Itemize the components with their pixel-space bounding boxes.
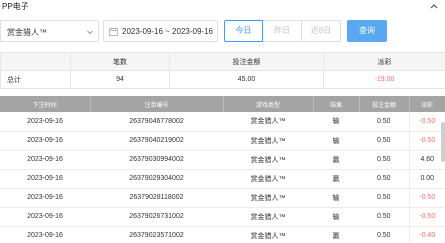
cell-bet-amount: 0.50: [359, 226, 409, 243]
cell-payout: 0.00: [408, 169, 445, 189]
cell-result: 输: [313, 131, 359, 151]
table-row: 2023-09-16 26379029304002 赏金猎人™ 赢 0.50 0.00: [0, 169, 445, 189]
col-header-id[interactable]: 注单编号: [90, 96, 224, 112]
game-select[interactable]: 赏金猎人™: [0, 20, 99, 42]
cell-game: 赏金猎人™: [223, 188, 313, 208]
col-header-payout[interactable]: 派彩: [409, 96, 445, 112]
cell-bet-id: 26379029304002: [90, 169, 223, 189]
cell-bet-id: 26379028118002: [90, 188, 223, 208]
cell-result: 输: [313, 112, 359, 132]
search-button[interactable]: 查询: [347, 20, 387, 42]
cell-bet-amount: 0.50: [359, 207, 409, 227]
filter-bar: 赏金猎人™ 2023-09-16 ~ 2023-09-16 今日 昨日 近8日 …: [0, 20, 445, 42]
cell-payout: -0.40: [408, 226, 445, 243]
table-row: 2023-09-16 26379026731002 赏金猎人™ 输 0.50 -0.50: [0, 207, 445, 227]
cell-payout: 4.60: [408, 150, 445, 170]
table-row: 2023-09-16 26379040219002 赏金猎人™ 输 0.50 -0.50: [0, 131, 445, 151]
cell-bet-id: 26379040219002: [90, 131, 223, 151]
summary-header-payout: 派彩: [323, 52, 445, 71]
table-row: 2023-09-16 26379046778002 赏金猎人™ 输 0.50 -0.50: [0, 112, 445, 132]
cell-payout: -0.50: [408, 188, 445, 208]
cell-time: 2023-09-16: [0, 188, 90, 208]
cell-result: 赢: [313, 169, 359, 189]
cell-time: 2023-09-16: [0, 112, 90, 132]
cell-time: 2023-09-16: [0, 169, 90, 189]
table-row: 2023-09-16 26379030994002 赏金猎人™ 赢 0.50 4.60: [0, 150, 445, 170]
game-select-value: 赏金猎人™: [7, 28, 47, 37]
col-header-time[interactable]: 下注时间: [0, 96, 91, 112]
cell-bet-id: 26379026731002: [90, 207, 223, 227]
chevron-up-icon[interactable]: [429, 1, 439, 11]
summary-bet-amount: 45.00: [169, 70, 324, 89]
summary-header-count: 笔数: [70, 52, 170, 71]
quick-range-last-8-days[interactable]: 近8日: [302, 20, 341, 42]
cell-result: 赢: [313, 226, 359, 243]
cell-bet-id: 26379046778002: [90, 112, 223, 132]
cell-payout: -0.50: [408, 207, 445, 227]
quick-range-yesterday[interactable]: 昨日: [263, 20, 302, 42]
calendar-icon: [109, 27, 118, 36]
summary-count: 94: [70, 70, 170, 89]
table-row: 2023-09-16 26379028118002 赏金猎人™ 输 0.50 -0.50: [0, 188, 445, 208]
cell-bet-amount: 0.50: [359, 112, 409, 132]
cell-payout: -0.50: [408, 112, 445, 132]
summary-header-bet: 投注金额: [169, 52, 324, 71]
summary-total-label: 总计: [0, 70, 71, 89]
cell-game: 赏金猎人™: [223, 169, 313, 189]
cell-game: 赏金猎人™: [223, 226, 313, 243]
date-range-value: 2023-09-16 ~ 2023-09-16: [122, 27, 213, 36]
cell-time: 2023-09-16: [0, 150, 90, 170]
cell-time: 2023-09-16: [0, 131, 90, 151]
quick-range-today[interactable]: 今日: [224, 20, 263, 42]
date-range-picker[interactable]: 2023-09-16 ~ 2023-09-16: [103, 20, 218, 42]
summary-table: 笔数 投注金额 派彩 总计 94 45.00 -19.00: [0, 52, 445, 89]
top-bar: PP电子: [0, 0, 445, 14]
cell-result: 赢: [313, 150, 359, 170]
details-header-row: 下注时间 注单编号 游戏类型 结果 投注金额 派彩: [0, 96, 445, 112]
col-header-bet[interactable]: 投注金额: [359, 96, 410, 112]
cell-game: 赏金猎人™: [223, 131, 313, 151]
cell-game: 赏金猎人™: [223, 207, 313, 227]
col-header-game[interactable]: 游戏类型: [223, 96, 314, 112]
cell-result: 输: [313, 207, 359, 227]
cell-bet-id: 26379030994002: [90, 150, 223, 170]
table-row: 2023-09-16 26379023571002 赏金猎人™ 赢 0.50 -0.40: [0, 226, 445, 243]
cell-bet-amount: 0.50: [359, 131, 409, 151]
cell-bet-id: 26379023571002: [90, 226, 223, 243]
bet-details-table: 下注时间 注单编号 游戏类型 结果 投注金额 派彩 2023-09-16 2637…: [0, 96, 445, 243]
table-scrollbar-thumb[interactable]: [441, 122, 445, 162]
summary-header-blank: [0, 52, 71, 71]
cell-payout: -0.50: [408, 131, 445, 151]
cell-time: 2023-09-16: [0, 226, 90, 243]
page-title: PP电子: [2, 2, 29, 11]
cell-bet-amount: 0.50: [359, 188, 409, 208]
chevron-down-icon: [87, 30, 93, 35]
summary-payout: -19.00: [323, 70, 445, 89]
summary-total-row: 总计 94 45.00 -19.00: [0, 70, 445, 89]
cell-result: 输: [313, 188, 359, 208]
summary-header-row: 笔数 投注金额 派彩: [0, 52, 445, 71]
cell-time: 2023-09-16: [0, 207, 90, 227]
cell-game: 赏金猎人™: [223, 150, 313, 170]
col-header-result[interactable]: 结果: [313, 96, 360, 112]
cell-bet-amount: 0.50: [359, 150, 409, 170]
cell-game: 赏金猎人™: [223, 112, 313, 132]
cell-bet-amount: 0.50: [359, 169, 409, 189]
